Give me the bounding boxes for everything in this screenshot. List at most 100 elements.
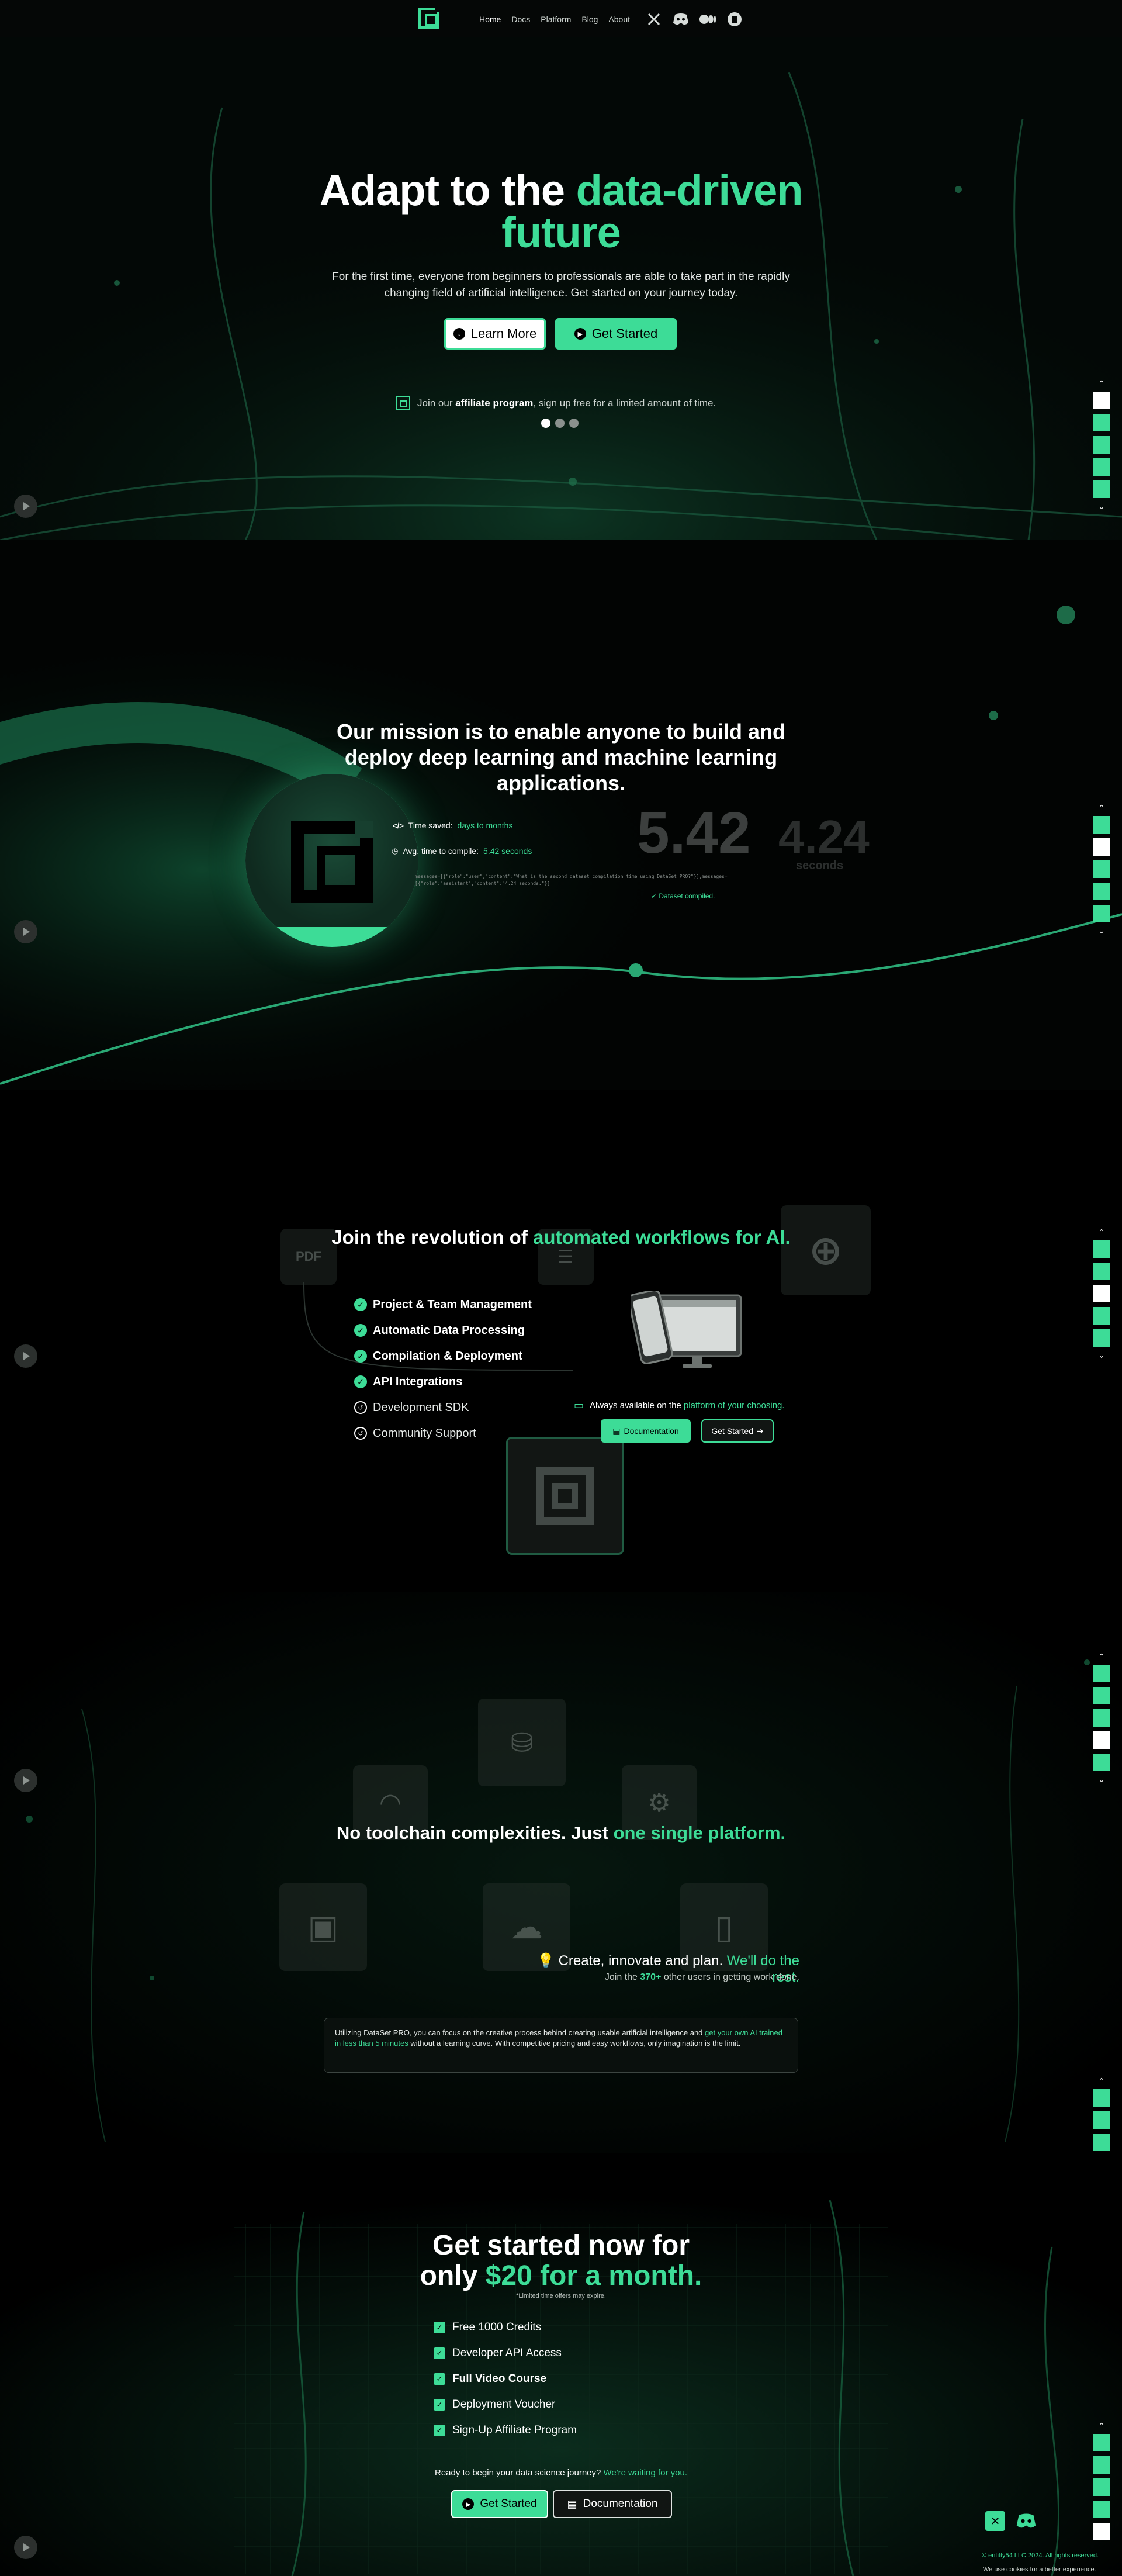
section-indicator[interactable]: [1093, 1754, 1110, 1771]
chevron-up-icon[interactable]: ⌃: [1098, 379, 1105, 388]
section-indicator[interactable]: [1093, 1731, 1110, 1749]
chevron-up-icon[interactable]: ⌃: [1098, 2077, 1105, 2085]
floating-social: ✕: [985, 2511, 1038, 2531]
section-indicator[interactable]: [1093, 883, 1110, 900]
document-icon: ▤: [612, 1426, 621, 1436]
learn-more-button[interactable]: ↓ Learn More: [444, 318, 546, 350]
discord-icon[interactable]: [1014, 2511, 1038, 2531]
chevron-up-icon[interactable]: ⌃: [1098, 804, 1105, 812]
copyright: © entitty54 LLC 2024. All rights reserve…: [982, 2552, 1099, 2559]
section-indicator[interactable]: [1093, 2134, 1110, 2151]
section-play-button[interactable]: [14, 2536, 37, 2559]
list-item: ✓ Deployment Voucher: [434, 2392, 577, 2418]
check-icon: ✓: [354, 1350, 367, 1363]
check-icon: ✓: [354, 1375, 367, 1388]
section-nav-rail: ⌃ ⌄: [1093, 1652, 1110, 1783]
pricing-title: Get started now for only $20 for a month…: [420, 2230, 702, 2291]
section-indicator[interactable]: [1093, 458, 1110, 476]
social-links: [645, 11, 743, 28]
documentation-button[interactable]: ▤ Documentation: [601, 1419, 691, 1443]
devices-illustration: [631, 1291, 742, 1368]
section-play-button[interactable]: [14, 495, 37, 518]
section-indicator[interactable]: [1093, 2111, 1110, 2129]
section-indicator[interactable]: [1093, 392, 1110, 409]
checkbox-icon: ✓: [434, 2373, 445, 2385]
chevron-up-icon[interactable]: ⌃: [1098, 1652, 1105, 1661]
section-indicator[interactable]: [1093, 414, 1110, 431]
section-indicator[interactable]: [1093, 1687, 1110, 1704]
get-started-button[interactable]: ▶ Get Started: [555, 318, 677, 350]
nav-about[interactable]: About: [608, 15, 630, 24]
mission-logo-circle: [245, 774, 418, 947]
section-indicator[interactable]: [1093, 2434, 1110, 2451]
arrow-circle-icon: ➔: [756, 1426, 764, 1436]
nav-blog[interactable]: Blog: [581, 15, 598, 24]
section-indicator[interactable]: [1093, 1329, 1110, 1347]
history-icon: ↺: [354, 1427, 367, 1440]
affiliate-banner[interactable]: Join our affiliate program, sign up free…: [396, 396, 747, 410]
section-indicator[interactable]: [1093, 436, 1110, 454]
section-indicator[interactable]: [1093, 1285, 1110, 1302]
clock-icon: ◷: [392, 846, 399, 855]
section-play-button[interactable]: [14, 920, 37, 943]
list-item: ✓ Sign-Up Affiliate Program: [434, 2418, 577, 2443]
section-indicator[interactable]: [1093, 2501, 1110, 2518]
github-icon[interactable]: [726, 11, 743, 28]
mission-background: [0, 540, 1122, 1090]
section-indicator[interactable]: [1093, 816, 1110, 834]
chevron-down-icon[interactable]: ⌄: [1098, 502, 1105, 510]
carousel-dot[interactable]: [555, 419, 565, 428]
carousel-dot[interactable]: [541, 419, 550, 428]
section-indicator[interactable]: [1093, 1665, 1110, 1682]
section-nav-rail: ⌃ ⌄: [1093, 804, 1110, 935]
list-item: ✓ Developer API Access: [434, 2340, 577, 2366]
x-icon[interactable]: ✕: [985, 2511, 1005, 2531]
section-indicator[interactable]: [1093, 1240, 1110, 1258]
logo[interactable]: [418, 8, 439, 29]
carousel-dot[interactable]: [569, 419, 579, 428]
nav-docs[interactable]: Docs: [511, 15, 530, 24]
compile-time-number-secondary: 4.24: [778, 811, 870, 863]
get-started-button[interactable]: ▶ Get Started: [451, 2490, 548, 2518]
join-users-text: Join the 370+ other users in getting wor…: [604, 1972, 799, 1982]
nav-platform[interactable]: Platform: [541, 15, 571, 24]
nav-home[interactable]: Home: [479, 15, 501, 24]
section-indicator[interactable]: [1093, 838, 1110, 856]
time-saved-stat: </> Time saved: days to months: [393, 821, 513, 830]
documentation-button[interactable]: ▤ Documentation: [553, 2490, 672, 2518]
ready-text: Ready to begin your data science journey…: [435, 2468, 687, 2478]
history-icon: ↺: [354, 1401, 367, 1414]
section-play-button[interactable]: [14, 1769, 37, 1792]
section-indicator[interactable]: [1093, 2523, 1110, 2540]
section-indicator[interactable]: [1093, 2478, 1110, 2496]
section-indicator[interactable]: [1093, 1307, 1110, 1325]
section-nav-rail: ⌃: [1093, 2422, 1110, 2540]
seconds-label: seconds: [796, 859, 844, 872]
section-indicator[interactable]: [1093, 2089, 1110, 2107]
section-indicator[interactable]: [1093, 860, 1110, 878]
section-indicator[interactable]: [1093, 2456, 1110, 2474]
list-item: ✓ Free 1000 Credits: [434, 2315, 577, 2340]
chevron-up-icon[interactable]: ⌃: [1098, 2422, 1105, 2430]
site-header: Home Docs Platform Blog About: [0, 0, 1122, 37]
get-started-button[interactable]: Get Started ➔: [701, 1419, 774, 1443]
section-indicator[interactable]: [1093, 905, 1110, 922]
chevron-down-icon[interactable]: ⌄: [1098, 926, 1105, 935]
list-item: ↺ Development SDK: [354, 1395, 532, 1420]
chevron-down-icon[interactable]: ⌄: [1098, 1775, 1105, 1783]
dataset-compiled-status: ✓ Dataset compiled.: [651, 892, 715, 900]
chevron-up-icon[interactable]: ⌃: [1098, 1228, 1105, 1236]
medium-icon[interactable]: [699, 11, 716, 28]
info-box: Utilizing DataSet PRO, you can focus on …: [324, 2018, 798, 2073]
section-nav-rail: ⌃ ⌄: [1093, 1228, 1110, 1359]
discord-icon[interactable]: [672, 11, 690, 28]
section-indicator[interactable]: [1093, 1263, 1110, 1280]
x-icon[interactable]: [645, 11, 663, 28]
chevron-down-icon[interactable]: ⌄: [1098, 1351, 1105, 1359]
section-indicator[interactable]: [1093, 1709, 1110, 1727]
compile-time-stat: ◷ Avg. time to compile: 5.42 seconds: [392, 846, 532, 856]
section-play-button[interactable]: [14, 1344, 37, 1368]
section-indicator[interactable]: [1093, 480, 1110, 498]
list-item: ↺ Community Support: [354, 1420, 532, 1446]
checkbox-icon: ✓: [434, 2347, 445, 2359]
